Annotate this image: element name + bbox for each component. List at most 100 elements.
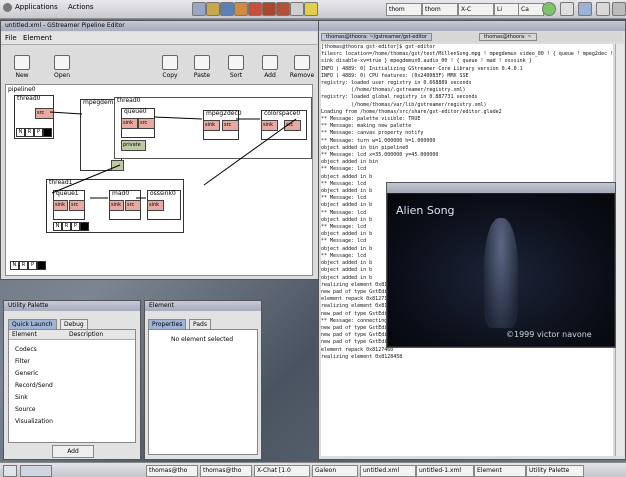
remove-button[interactable]: Remove	[287, 55, 317, 79]
connection-lines	[49, 111, 297, 199]
video-titlebar[interactable]	[387, 183, 615, 193]
element-titlebar[interactable]: Element	[145, 301, 261, 311]
palette-list[interactable]: Element Description Codecs Filter Generi…	[8, 329, 136, 443]
list-item-codecs[interactable]: Codecs	[15, 346, 37, 353]
list-item-sink[interactable]: Sink	[15, 394, 28, 401]
applications-menu[interactable]: Applications	[15, 3, 58, 11]
palette-list-header: Element Description	[9, 330, 135, 340]
top-panel: Applications Actions thom thom X-C Li Ca	[0, 0, 626, 19]
new-button[interactable]: New	[7, 55, 37, 79]
copy-button[interactable]: Copy	[155, 55, 185, 79]
folder-icon[interactable]	[206, 2, 220, 16]
terminal-line: ** Message: palette visible: TRUE	[321, 116, 421, 123]
list-item-visualization[interactable]: Visualization	[15, 418, 53, 425]
foot-menu-icon[interactable]	[3, 3, 12, 12]
task-terminal-2[interactable]: thomas@tho	[200, 465, 252, 477]
list-item-record-send[interactable]: Record/Send	[15, 382, 53, 389]
status-icon[interactable]	[542, 2, 556, 16]
panel-task-4[interactable]: Li	[494, 3, 520, 16]
alien-figure	[484, 218, 518, 328]
video-frame: Alien Song ©1999 victor navone	[388, 194, 614, 346]
workspace-switcher[interactable]	[20, 465, 52, 477]
game-icon[interactable]	[262, 2, 276, 16]
open-button[interactable]: Open	[47, 55, 77, 79]
terminal-line: INFO ( 4889: 0) CPU features: (0x240083F…	[321, 72, 469, 79]
terminal-tab-1[interactable]: thomas@thoora: ~/gstreamer/gst-editor	[321, 33, 433, 41]
task-terminal-1[interactable]: thomas@tho	[146, 465, 198, 477]
terminal-line: ** Message: making new palette	[321, 123, 412, 130]
task-utility-palette[interactable]: Utility Palette	[526, 465, 584, 477]
utility-palette-titlebar[interactable]: Utility Palette	[4, 301, 140, 311]
terminal-line: Loading from /home/thomas/src/share/gst-…	[321, 108, 502, 115]
paste-icon	[194, 55, 210, 70]
terminal-line: ** Message: canvas property notify	[321, 130, 424, 137]
list-item-generic[interactable]: Generic	[15, 370, 38, 377]
pipeline-canvas[interactable]: pipeline0 thread0 src N R P mpegdemux0 t…	[5, 84, 313, 276]
terminal-tabbar: thomas@thoora: ~/gstreamer/gst-editor th…	[319, 32, 623, 42]
actions-menu[interactable]: Actions	[68, 3, 94, 11]
terminal-titlebar[interactable]	[319, 21, 625, 31]
tab-properties[interactable]: Properties	[148, 319, 187, 329]
terminal-icon[interactable]	[290, 2, 304, 16]
chart-icon[interactable]	[276, 2, 290, 16]
terminal-line: object added in bin pipeline0	[321, 144, 409, 151]
pipeline-editor-titlebar[interactable]: untitled.xml - GStreamer Pipeline Editor	[1, 21, 319, 31]
column-element[interactable]: Element	[12, 331, 37, 338]
open-icon	[54, 55, 70, 70]
lightning-icon[interactable]	[304, 2, 318, 16]
terminal-scrollbar[interactable]	[615, 44, 624, 456]
terminal-line: object added in bin	[321, 159, 379, 166]
volume-icon[interactable]	[560, 2, 574, 16]
terminal-line: (/home/thomas/.gstreamer/registry.xml)	[321, 87, 466, 94]
palette-add-button[interactable]: Add	[52, 445, 94, 458]
tools-icon[interactable]	[220, 2, 234, 16]
sort-button[interactable]: Sort	[221, 55, 251, 79]
terminal-line: object added in b	[321, 173, 373, 180]
add-button[interactable]: Add	[255, 55, 285, 79]
remove-label: Remove	[289, 72, 315, 79]
task-element[interactable]: Element	[474, 465, 526, 477]
tab-quick-launch[interactable]: Quick Launch	[8, 319, 57, 329]
add-label: Add	[264, 72, 276, 79]
show-desktop-icon[interactable]	[3, 465, 17, 477]
palette-add-label: Add	[67, 448, 79, 455]
tab-pads[interactable]: Pads	[189, 319, 211, 329]
element-menu[interactable]: Element	[23, 34, 52, 42]
column-description[interactable]: Description	[69, 331, 103, 338]
file-menu[interactable]: File	[5, 34, 17, 42]
panel-task-5[interactable]: Ca	[518, 3, 544, 16]
list-item-filter[interactable]: Filter	[15, 358, 30, 365]
sort-label: Sort	[229, 72, 243, 79]
task-galeon[interactable]: Galeon	[312, 465, 358, 477]
bottom-taskbar: thomas@tho thomas@tho X-Chat [1.0 Galeon…	[0, 462, 626, 477]
paste-button[interactable]: Paste	[187, 55, 217, 79]
tab-debug[interactable]: Debug	[60, 319, 88, 329]
panel-task-2[interactable]: thom	[422, 3, 458, 16]
copy-label: Copy	[162, 72, 178, 79]
element-window: Element Properties Pads No element selec…	[144, 300, 262, 460]
terminal-tab-2[interactable]: thomas@thoora: ~	[479, 33, 537, 41]
panel-task-1[interactable]: thom	[386, 3, 422, 16]
element-properties-panel: No element selected	[148, 329, 258, 455]
list-item-source[interactable]: Source	[15, 406, 36, 413]
new-icon	[14, 55, 30, 70]
task-xchat[interactable]: X-Chat [1.0	[254, 465, 310, 477]
terminal-line: ** Message: lcd x=35.000000 y=45.000000	[321, 152, 439, 159]
network-icon[interactable]	[578, 2, 592, 16]
task-untitled[interactable]: untitled.xml	[360, 465, 416, 477]
media-icon[interactable]	[248, 2, 262, 16]
browser-icon[interactable]	[234, 2, 248, 16]
video-window: Alien Song ©1999 victor navone	[386, 182, 616, 348]
video-copyright: ©1999 victor navone	[506, 330, 592, 339]
add-icon	[262, 55, 278, 70]
terminal-line: (/home/thomas/var/lib/gstreamer/registry…	[321, 101, 487, 108]
home-icon[interactable]	[192, 2, 206, 16]
panel-task-3[interactable]: X-C	[458, 3, 494, 16]
remove-icon	[294, 55, 310, 70]
open-label: Open	[53, 72, 71, 79]
tray-icon[interactable]	[612, 2, 626, 16]
task-untitled-1[interactable]: untitled-1.xml	[416, 465, 474, 477]
pipeline-editor-window: untitled.xml - GStreamer Pipeline Editor…	[0, 20, 320, 280]
new-label: New	[15, 72, 29, 79]
clock-icon[interactable]	[596, 2, 610, 16]
